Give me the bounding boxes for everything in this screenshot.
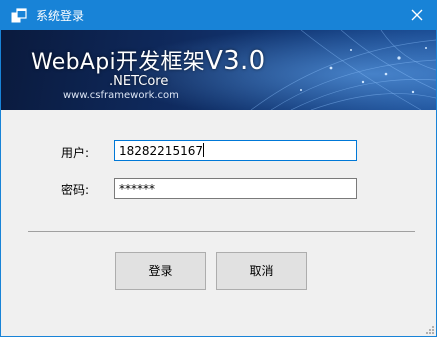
banner-title: WebApi开发框架V3.0 bbox=[31, 44, 265, 76]
banner-title-text: WebApi开发框架 bbox=[31, 50, 206, 75]
window-title: 系统登录 bbox=[36, 9, 85, 23]
username-input[interactable]: 18282215167 bbox=[114, 140, 357, 161]
banner-url: www.csframework.com bbox=[63, 90, 179, 101]
title-bar[interactable]: 系统登录 bbox=[1, 1, 436, 30]
product-banner: WebApi开发框架V3.0 .NETCore www.csframework.… bbox=[1, 30, 436, 110]
username-value: 18282215167 bbox=[119, 144, 203, 158]
banner-version: V3.0 bbox=[205, 46, 266, 76]
separator-line bbox=[28, 231, 415, 232]
close-icon bbox=[411, 9, 423, 21]
banner-subtitle: .NETCore bbox=[109, 74, 169, 89]
password-label: 密码: bbox=[61, 183, 90, 197]
close-button[interactable] bbox=[398, 1, 436, 30]
text-caret bbox=[202, 143, 204, 157]
cancel-button[interactable]: 取消 bbox=[216, 252, 307, 290]
username-label: 用户: bbox=[61, 146, 90, 160]
login-button[interactable]: 登录 bbox=[115, 252, 206, 290]
password-value: ****** bbox=[119, 182, 155, 196]
password-input[interactable]: ****** bbox=[114, 178, 357, 199]
app-window-icon bbox=[11, 8, 27, 23]
login-dialog: 系统登录 WebApi开发框架V3.0 .NETCore www.csframe… bbox=[0, 0, 437, 337]
resize-grip-icon[interactable] bbox=[424, 324, 434, 334]
